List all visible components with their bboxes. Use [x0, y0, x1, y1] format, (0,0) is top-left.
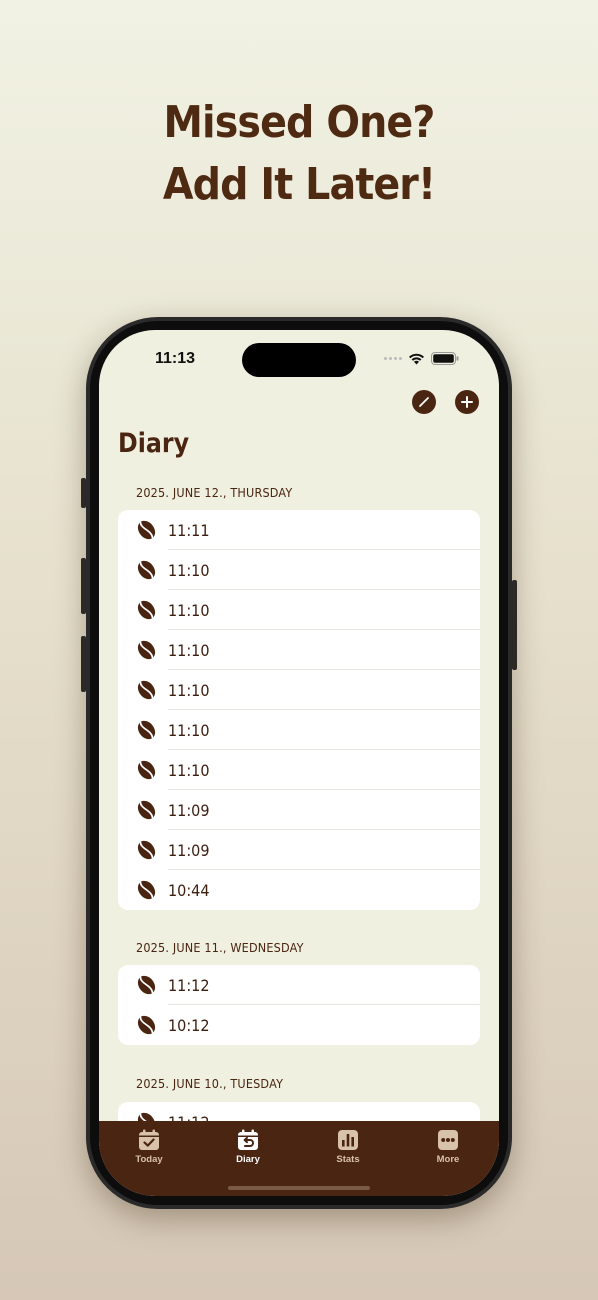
promo-headline: Missed One? Add It Later! [30, 92, 568, 216]
entry-time: 10:12 [168, 1016, 210, 1035]
wifi-icon [409, 353, 424, 364]
coffee-bean-icon [137, 760, 156, 780]
coffee-bean-icon [137, 975, 156, 995]
coffee-bean-icon [137, 800, 156, 820]
diary-entry-row[interactable]: 11:10 [118, 750, 480, 790]
entry-time: 11:10 [168, 721, 210, 740]
entry-time: 11:10 [168, 681, 210, 700]
edit-button[interactable] [412, 390, 436, 414]
coffee-bean-icon [137, 880, 156, 900]
diary-entry-row[interactable]: 11:09 [118, 830, 480, 870]
home-indicator [228, 1186, 370, 1190]
coffee-bean-icon [137, 680, 156, 700]
tab-label: Diary [236, 1154, 260, 1165]
coffee-bean-icon [137, 720, 156, 740]
promo-line-1: Missed One? [163, 97, 436, 148]
tab-label: More [436, 1154, 460, 1165]
signal-dots-icon [384, 357, 402, 360]
calendar-undo-icon [238, 1129, 258, 1150]
tab-label: Stats [336, 1154, 360, 1165]
pencil-icon [419, 397, 429, 407]
add-button[interactable] [455, 390, 479, 414]
entry-time: 11:10 [168, 561, 210, 580]
status-icons [384, 352, 459, 365]
tab-stats[interactable]: Stats [308, 1129, 388, 1165]
tab-label: Today [135, 1154, 163, 1165]
entry-time: 11:11 [168, 521, 210, 540]
page-title: Diary [118, 428, 190, 459]
dynamic-island [242, 343, 356, 377]
entry-time: 10:44 [168, 881, 210, 900]
battery-icon [431, 352, 459, 365]
entry-time: 11:10 [168, 761, 210, 780]
diary-entry-row[interactable]: 11:12 [118, 965, 480, 1005]
section-date-header: 2025. JUNE 12., THURSDAY [136, 485, 293, 500]
power-button [512, 580, 517, 670]
bar-chart-icon [338, 1130, 358, 1150]
entry-time: 11:09 [168, 841, 210, 860]
tab-today[interactable]: Today [109, 1129, 189, 1165]
entries-card: 11:12 10:12 [118, 965, 480, 1045]
entries-card: 11:11 11:10 11:10 11:10 11:10 11:10 11:10 11:09… [118, 510, 480, 910]
coffee-bean-icon [137, 600, 156, 620]
tab-bar: Today Diary Stats More [99, 1121, 499, 1196]
diary-entry-row[interactable]: 10:12 [118, 1005, 480, 1045]
coffee-bean-icon [137, 640, 156, 660]
diary-entry-row[interactable]: 10:44 [118, 870, 480, 910]
entry-time: 11:12 [168, 976, 210, 995]
calendar-check-icon [139, 1129, 159, 1150]
coffee-bean-icon [137, 520, 156, 540]
diary-entry-row[interactable]: 11:10 [118, 710, 480, 750]
diary-entry-row[interactable]: 11:10 [118, 670, 480, 710]
diary-entry-row[interactable]: 11:10 [118, 590, 480, 630]
diary-entry-row[interactable]: 11:09 [118, 790, 480, 830]
ellipsis-icon [438, 1130, 458, 1150]
tab-diary[interactable]: Diary [208, 1129, 288, 1165]
diary-entry-row[interactable]: 11:10 [118, 630, 480, 670]
plus-icon [461, 396, 473, 408]
coffee-bean-icon [137, 560, 156, 580]
entry-time: 11:10 [168, 641, 210, 660]
diary-entry-row[interactable]: 11:10 [118, 550, 480, 590]
status-time: 11:13 [155, 350, 196, 367]
coffee-bean-icon [137, 1015, 156, 1035]
entry-time: 11:09 [168, 801, 210, 820]
promo-line-2: Add It Later! [162, 159, 436, 210]
coffee-bean-icon [137, 840, 156, 860]
diary-entry-row[interactable]: 11:11 [118, 510, 480, 550]
tab-more[interactable]: More [408, 1129, 488, 1165]
section-date-header: 2025. JUNE 11., WEDNESDAY [136, 940, 304, 955]
app-screen: 11:13 Diary 2025. JUNE 12., THURSDAY 11:1… [99, 330, 499, 1196]
entry-time: 11:10 [168, 601, 210, 620]
section-date-header: 2025. JUNE 10., TUESDAY [136, 1076, 284, 1091]
